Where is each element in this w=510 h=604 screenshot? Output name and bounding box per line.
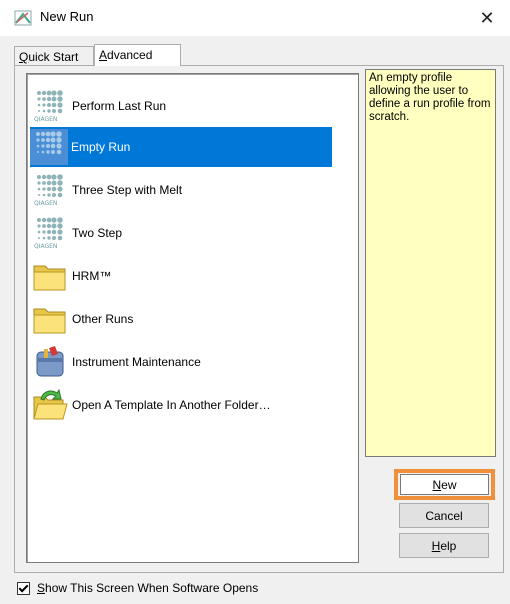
description-panel: An empty profile allowing the user to de… <box>365 69 496 457</box>
tab-advanced[interactable]: Advanced <box>94 44 181 66</box>
run-template-list[interactable]: QIAGEN Perform Last Run Empty Run QIAGEN… <box>26 73 359 563</box>
folder-icon <box>33 308 66 334</box>
svg-text:QIAGEN: QIAGEN <box>34 200 57 207</box>
toolbox-icon <box>36 346 64 377</box>
list-item-label: Instrument Maintenance <box>72 355 201 369</box>
show-on-startup-checkbox[interactable] <box>17 581 30 595</box>
list-item-label: Other Runs <box>72 312 134 326</box>
qiagen-logo-icon: QIAGEN <box>34 90 63 123</box>
title-bar: New Run ✕ <box>0 0 510 36</box>
svg-text:QIAGEN: QIAGEN <box>34 243 57 250</box>
window-title: New Run <box>40 9 94 24</box>
tab-panel: QIAGEN Perform Last Run Empty Run QIAGEN… <box>14 65 504 573</box>
list-item-two-step[interactable]: QIAGEN Two Step <box>31 213 331 253</box>
list-item-empty-run[interactable]: Empty Run <box>30 127 332 167</box>
list-item-instrument-maintenance[interactable]: Instrument Maintenance <box>31 342 331 382</box>
list-item-label: Two Step <box>72 226 123 240</box>
qiagen-logo-icon <box>30 129 68 165</box>
list-item-other-runs[interactable]: Other Runs <box>31 299 331 339</box>
list-item-label: Empty Run <box>71 140 131 154</box>
tab-quick-start[interactable]: Quick Start <box>14 46 94 66</box>
close-button[interactable]: ✕ <box>464 0 510 36</box>
show-on-startup-option[interactable]: Show This Screen When Software Opens <box>17 581 258 595</box>
show-on-startup-label: Show This Screen When Software Opens <box>37 581 259 595</box>
app-icon <box>14 10 32 26</box>
close-icon: ✕ <box>479 7 495 28</box>
list-item-perform-last-run[interactable]: QIAGEN Perform Last Run <box>31 86 331 126</box>
help-button[interactable]: Help <box>399 533 489 558</box>
cancel-button[interactable]: Cancel <box>399 503 489 528</box>
folder-icon <box>33 265 66 291</box>
qiagen-logo-icon: QIAGEN <box>34 217 63 250</box>
new-button-highlight: New <box>394 469 495 500</box>
svg-text:QIAGEN: QIAGEN <box>34 116 57 123</box>
list-item-open-template-another-folder[interactable]: Open A Template In Another Folder… <box>31 385 331 425</box>
qiagen-logo-icon: QIAGEN <box>34 174 63 207</box>
list-item-label: HRM™ <box>72 269 112 283</box>
description-text: An empty profile allowing the user to de… <box>369 72 491 123</box>
list-item-label: Three Step with Melt <box>72 183 183 197</box>
new-button[interactable]: New <box>400 474 489 495</box>
list-item-label: Open A Template In Another Folder… <box>72 398 271 412</box>
list-item-hrm[interactable]: HRM™ <box>31 256 331 296</box>
open-folder-icon <box>33 388 68 420</box>
list-item-three-step-with-melt[interactable]: QIAGEN Three Step with Melt <box>31 170 331 210</box>
list-item-label: Perform Last Run <box>72 99 167 113</box>
